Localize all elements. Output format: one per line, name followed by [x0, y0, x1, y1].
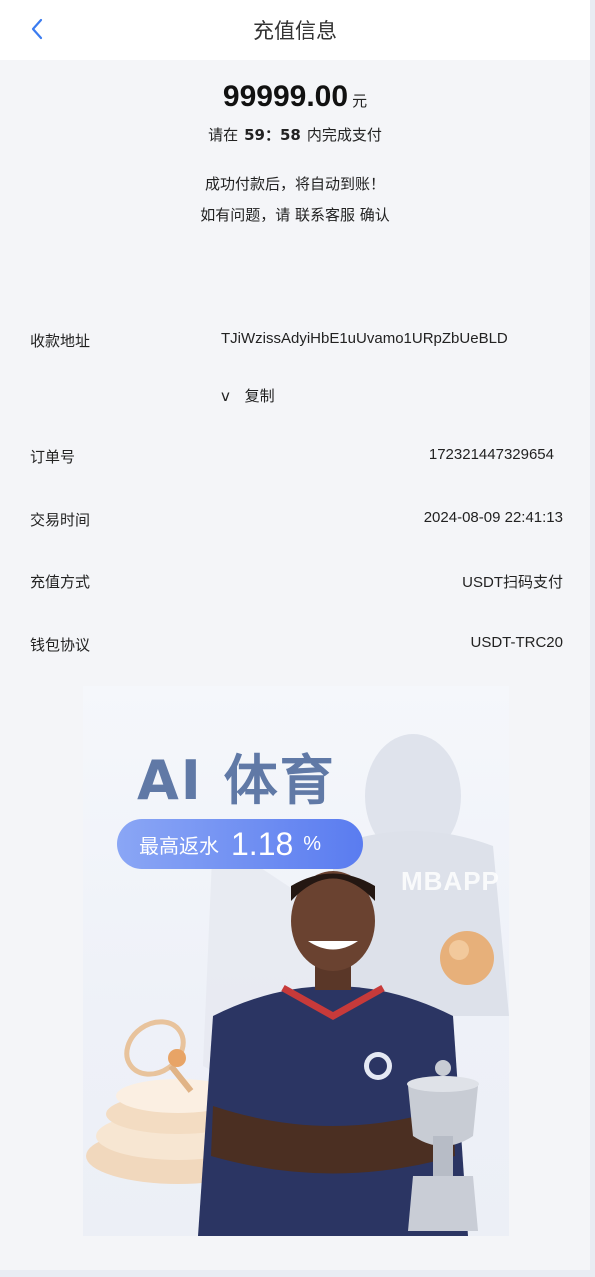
countdown-seconds: 58	[280, 126, 301, 144]
order-value: 172321447329654	[428, 446, 554, 463]
amount-value: 99999.00	[222, 80, 349, 113]
rebate-label: 最高返水	[139, 833, 219, 858]
copy-button[interactable]: 复制	[245, 387, 275, 405]
amount-display: 99999.00 元	[0, 80, 590, 114]
notice-line-2: 如有问题，请 联系客服 确认	[200, 206, 390, 224]
top-bar: 充值信息	[0, 0, 590, 60]
address-continuation: v 复制	[221, 385, 275, 406]
promo-banner[interactable]: AI 体育 最高返水 1.18 % MBAPP	[83, 686, 509, 1236]
time-label: 交易时间	[30, 511, 91, 529]
countdown-prefix: 请在	[208, 126, 239, 144]
amount-unit: 元	[352, 92, 368, 110]
countdown: 请在 59：58 内完成支付	[0, 124, 590, 145]
countdown-suffix: 内完成支付	[306, 126, 382, 144]
method-label: 充值方式	[30, 573, 91, 591]
rebate-rate: 1.18	[231, 825, 294, 862]
protocol-label: 钱包协议	[30, 636, 91, 654]
rebate-percent: %	[303, 832, 322, 855]
page-title: 充值信息	[253, 19, 337, 43]
banner-title: AI 体育	[137, 749, 336, 812]
notice-line-1: 成功付款后，将自动到账！	[204, 175, 385, 193]
time-value: 2024-08-09 22:41:13	[423, 509, 563, 526]
chevron-left-icon	[31, 18, 43, 40]
countdown-separator: ：	[264, 126, 280, 144]
jersey-name: MBAPP	[401, 866, 500, 896]
rebate-pill: 最高返水 1.18 %	[117, 819, 363, 869]
protocol-row: 钱包协议 USDT-TRC20	[30, 634, 563, 658]
back-button[interactable]	[22, 14, 52, 44]
order-label: 订单号	[30, 448, 76, 466]
address-value[interactable]: TJiWzissAdyiHbE1uUvamo1URpZbUeBLD	[221, 330, 508, 347]
order-row: 订单号 172321447329654	[30, 446, 563, 470]
countdown-minutes: 59	[244, 126, 265, 144]
method-row: 充值方式 USDT扫码支付	[30, 571, 563, 595]
time-row: 交易时间 2024-08-09 22:41:13	[30, 509, 563, 533]
address-tail: v	[221, 387, 230, 405]
protocol-value: USDT-TRC20	[470, 634, 563, 651]
method-value: USDT扫码支付	[462, 574, 563, 591]
address-label: 收款地址	[30, 332, 91, 350]
page-frame: 充值信息 99999.00 元 请在 59：58 内完成支付 成功付款后，将自动到账…	[0, 0, 590, 1270]
